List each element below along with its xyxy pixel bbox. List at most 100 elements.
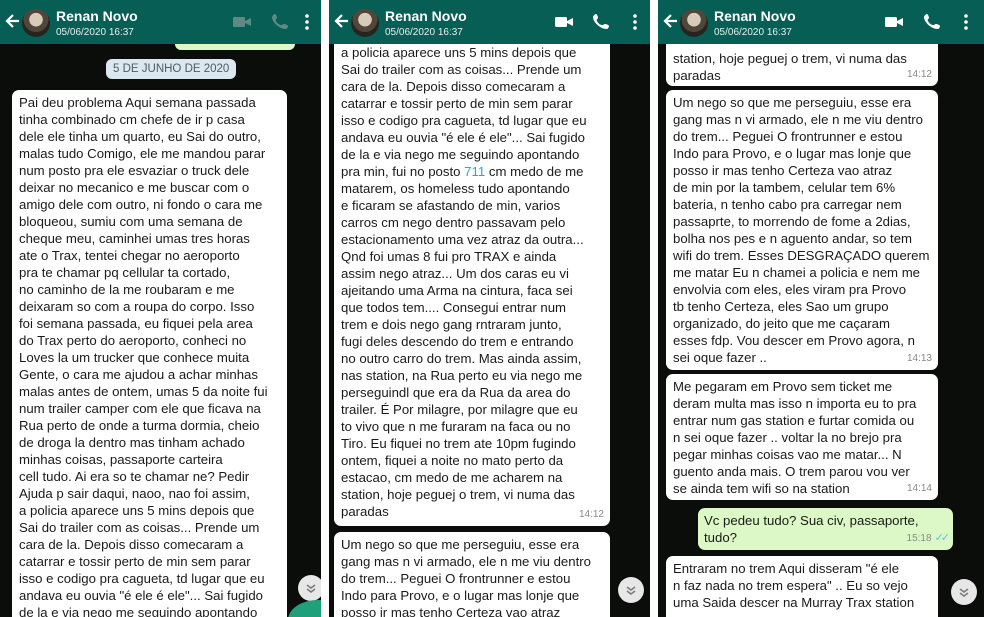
timestamp-text: 14:12 bbox=[578, 509, 604, 520]
message-text-line: Qnd foi umas 8 fui pro TRAX e ainda bbox=[341, 249, 557, 264]
floating-action-button-edge[interactable] bbox=[288, 600, 321, 617]
message-text-line: sei oque fazer .. bbox=[673, 350, 767, 365]
message-text-line: de la e via nego me seguindo apontando bbox=[19, 605, 258, 617]
message-text-line: Tiro. Eu fiquei no trem ate 10pm fugindo bbox=[341, 436, 576, 451]
message-timestamp: 14:12 bbox=[907, 66, 932, 83]
video-call-icon[interactable] bbox=[554, 13, 574, 31]
message-text-line: cheque meu, caminhei umas tres horas bbox=[19, 231, 250, 246]
last-seen-status: 05/06/2020 16:37 bbox=[714, 27, 792, 38]
message-text-line: envolvia com eles, eles viram pra Provo bbox=[673, 282, 907, 297]
message-text-line: do trem... Peguei O frontrunner e estou bbox=[673, 129, 903, 144]
message-text-line: bloqueou, sumiu com uma semana de bbox=[19, 214, 243, 229]
message-bubble[interactable]: a policia aparece uns 5 mins depois que S… bbox=[334, 24, 610, 526]
message-text-line: bateria, n tenho cabo pra carregar nem bbox=[673, 197, 902, 212]
message-timestamp: 15:18 ✓✓ bbox=[907, 530, 951, 547]
contact-name[interactable]: Renan Novo bbox=[56, 8, 138, 24]
message-text-line: andava eu ouvia "é ele é ele"... Sai fug… bbox=[341, 130, 585, 145]
message-timestamp: 14:13 bbox=[907, 350, 932, 367]
message-text-line: paradas bbox=[673, 68, 721, 83]
avatar[interactable] bbox=[680, 9, 708, 37]
message-text-line: estacao, cm medo de me acharem na bbox=[341, 470, 563, 485]
message-text-line: ate o Trax, tentei chegar no aeroporto bbox=[19, 248, 240, 263]
phone-icon[interactable] bbox=[591, 13, 611, 31]
message-text-line: isso e codigo pra cagueta, td lugar que … bbox=[19, 571, 265, 586]
contact-name[interactable]: Renan Novo bbox=[714, 8, 796, 24]
message-text-line: deixar no mecanico e me buscar com o bbox=[19, 180, 250, 195]
message-text-line: tb tenho Certeza, eles Sao um grupo bbox=[673, 299, 889, 314]
video-call-icon[interactable] bbox=[884, 13, 904, 31]
last-seen-status: 05/06/2020 16:37 bbox=[56, 27, 134, 38]
message-text-line: tinha combinado cm chefe de ir p casa bbox=[19, 112, 245, 127]
message-text-line: Ajuda p sair daqui, naoo, nao foi assim, bbox=[19, 486, 250, 501]
message-text-line: no caminho de la me roubaram e me bbox=[19, 282, 235, 297]
scroll-down-button[interactable] bbox=[618, 577, 644, 603]
message-text-line: Indo para Provo, e o lugar mas lonje que bbox=[341, 588, 580, 603]
message-bubble[interactable]: Entraram no trem Aqui disseram "é ele n f… bbox=[666, 556, 938, 617]
message-text-line: andava eu ouvia "é ele é ele"... Sai fug… bbox=[19, 588, 263, 603]
message-text-line: to vivo que n me furaram na faca ou no bbox=[341, 419, 571, 434]
message-text-line: cara de la. Depois disso comecaram a bbox=[341, 79, 566, 94]
menu-dots-icon[interactable] bbox=[631, 13, 639, 31]
message-text-line: se ainda tem wifi so na station bbox=[673, 481, 850, 496]
message-text-line: station, hoje peguej o trem, vi numa das bbox=[341, 487, 575, 502]
message-text-line: do trem... Peguei O frontrunner e estou bbox=[341, 571, 571, 586]
back-arrow-icon[interactable] bbox=[662, 11, 680, 31]
timestamp-text: 14:14 bbox=[906, 483, 932, 494]
back-arrow-icon[interactable] bbox=[4, 11, 22, 31]
chat-header: Renan Novo 05/06/2020 16:37 bbox=[329, 0, 650, 44]
message-text-line: que todos tem.... Consegui entrar num bbox=[341, 300, 567, 315]
menu-dots-icon[interactable] bbox=[303, 13, 311, 31]
message-text-line: Sai do trailer com as coisas... Prende u… bbox=[341, 62, 582, 77]
message-text-line: ontem, fiquei a noite no mato perto da bbox=[341, 453, 564, 468]
message-text-line: gang mas n vi armado, ele n me viu dentr… bbox=[673, 112, 923, 127]
message-text-line: Vc pedeu tudo? Sua civ, passaporte, bbox=[704, 513, 919, 528]
message-text-line: amigo dele com outro, ni fondo o cara me bbox=[19, 197, 263, 212]
message-text-line: de droga la dentro mas tinham achado bbox=[19, 435, 245, 450]
video-call-icon[interactable] bbox=[232, 13, 252, 31]
chat-header: Renan Novo 05/06/2020 16:37 bbox=[658, 0, 984, 44]
message-text-line: Indo para Provo, e o lugar mas lonje que bbox=[673, 146, 912, 161]
avatar[interactable] bbox=[22, 9, 50, 37]
message-bubble[interactable]: Um nego so que me perseguiu, esse era gan… bbox=[334, 532, 610, 617]
chat-header: Renan Novo 05/06/2020 16:37 bbox=[0, 0, 321, 44]
message-text-line: posso ir mas tenho Certeza vao atraz bbox=[341, 605, 561, 617]
message-text-segment: pra min, fui no posto bbox=[341, 164, 461, 179]
scroll-down-button[interactable] bbox=[298, 575, 321, 601]
contact-name[interactable]: Renan Novo bbox=[385, 8, 467, 24]
chat-screenshot-3: Renan Novo 05/06/2020 16:37 station, hoj… bbox=[658, 0, 984, 617]
message-text-line: station, hoje peguej o trem, vi numa das bbox=[673, 51, 907, 66]
message-text-line: ajeitando uma Arma na cintura, faca sei bbox=[341, 283, 573, 298]
message-text-line: nas station, na Rua perto eu via nego me bbox=[341, 368, 583, 383]
message-bubble[interactable]: Um nego so que me perseguiu, esse era gan… bbox=[666, 90, 938, 370]
message-text-line: malas tudo Comigo, ele me mandou parar bbox=[19, 146, 266, 161]
message-text-line: Rua perto de onde a turma dormia, cheio bbox=[19, 418, 260, 433]
message-text-line: de la e via nego me seguindo apontando bbox=[341, 147, 580, 162]
message-text-line: Me pegaram em Provo sem ticket me bbox=[673, 379, 893, 394]
menu-dots-icon[interactable] bbox=[962, 13, 970, 31]
phone-number-link[interactable]: 711 bbox=[464, 164, 485, 179]
message-text-segment: cm medo de me bbox=[488, 164, 584, 179]
message-text-line: entrar num gas station e furtar comida o… bbox=[673, 413, 915, 428]
message-text-line: Gente, o cara me ajudou a achar minhas bbox=[19, 367, 258, 382]
scroll-down-button[interactable] bbox=[951, 579, 977, 605]
message-text-line: no outro carro do trem. Mas ainda assim, bbox=[341, 351, 582, 366]
message-text-line: trem e dois nego gang rntraram junto, bbox=[341, 317, 562, 332]
message-bubble[interactable]: Me pegaram em Provo sem ticket me deram m… bbox=[666, 374, 938, 500]
back-arrow-icon[interactable] bbox=[333, 11, 351, 31]
message-text-line: dele ele tinha um quarto, eu Sai do outr… bbox=[19, 129, 261, 144]
message-bubble[interactable]: Pai deu problema Aqui semana passada tinh… bbox=[12, 90, 287, 617]
message-text-line: deram multa mas isso n importa eu to pra bbox=[673, 396, 917, 411]
message-text-line: paradas bbox=[341, 504, 389, 519]
avatar[interactable] bbox=[351, 9, 379, 37]
message-text-line: malas antes de ontem, umas 5 da noite fu… bbox=[19, 384, 268, 399]
phone-icon[interactable] bbox=[270, 13, 290, 31]
sent-message-bubble[interactable]: Vc pedeu tudo? Sua civ, passaporte, tudo?… bbox=[698, 508, 953, 550]
message-text-line: esses fdp. Vou descer em Provo agora, n bbox=[673, 333, 915, 348]
message-text-line: Pai deu problema Aqui semana passada bbox=[19, 95, 256, 110]
message-text-line: organizado, do jeito que me caçaram bbox=[673, 316, 890, 331]
message-timestamp: 14:12 bbox=[579, 506, 604, 523]
chevron-down-icon bbox=[959, 588, 969, 597]
message-text-line: do Trax perto do aeroporto, conheci no bbox=[19, 333, 247, 348]
phone-icon[interactable] bbox=[922, 13, 942, 31]
message-text-line: e ficaram se afastando de min, varios bbox=[341, 198, 561, 213]
